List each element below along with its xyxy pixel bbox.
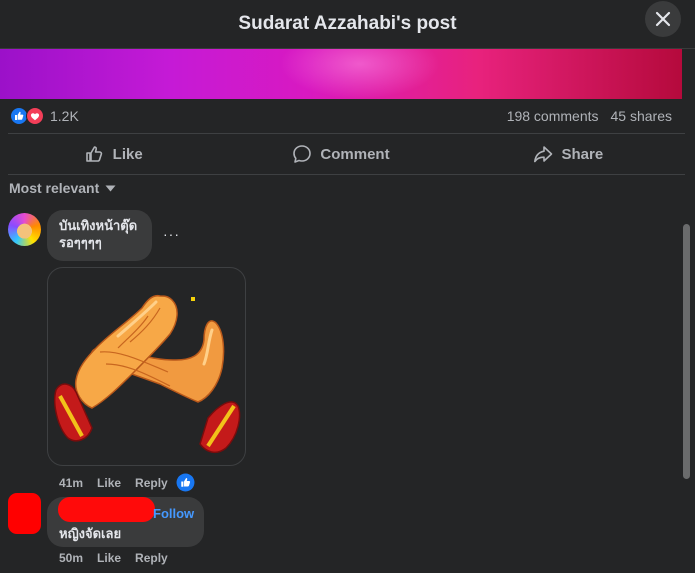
dialog-header: Sudarat Azzahabi's post	[0, 0, 695, 49]
post-image-banner[interactable]	[0, 49, 682, 99]
ellipsis-icon: ···	[163, 226, 180, 242]
comment-reply-button[interactable]: Reply	[135, 551, 168, 565]
comments-count-link[interactable]: 198 comments	[507, 108, 599, 124]
avatar[interactable]	[8, 493, 41, 534]
like-button[interactable]: Like	[0, 144, 227, 164]
redacted-name	[58, 497, 155, 522]
close-button[interactable]	[645, 1, 681, 37]
clapping-hands-icon	[54, 294, 241, 454]
reaction-icons[interactable]: 1.2K	[10, 107, 79, 125]
comment-timestamp[interactable]: 41m	[59, 476, 83, 492]
like-reaction-icon[interactable]	[176, 473, 195, 492]
comment-reply-button[interactable]: Reply	[135, 476, 168, 492]
reaction-count: 1.2K	[50, 108, 79, 124]
share-icon	[534, 146, 553, 163]
avatar[interactable]	[8, 213, 41, 246]
scrollbar[interactable]	[683, 224, 690, 479]
post-dialog: Sudarat Azzahabi's post 1.2K 198 comment…	[0, 0, 695, 573]
caret-down-icon	[105, 185, 116, 191]
thumbs-up-icon	[85, 146, 102, 162]
share-button[interactable]: Share	[455, 144, 682, 164]
more-options-button[interactable]: ···	[163, 226, 180, 242]
sort-dropdown[interactable]: Most relevant	[9, 180, 116, 196]
clapping-hands-sticker[interactable]	[47, 267, 246, 466]
comment-icon	[293, 145, 312, 163]
sort-label: Most relevant	[9, 180, 100, 196]
post-stats: 1.2K 198 comments 45 shares	[0, 99, 682, 133]
comment-button[interactable]: Comment	[227, 144, 454, 164]
comment-text: บันเทิงหน้าตุ๊ด รอๆๆๆๆ	[59, 218, 138, 250]
share-label: Share	[561, 145, 604, 163]
divider	[8, 133, 685, 134]
comment-like-button[interactable]: Like	[97, 476, 121, 492]
comment-like-button[interactable]: Like	[97, 551, 121, 565]
close-icon	[655, 11, 671, 27]
comment-label: Comment	[320, 145, 390, 163]
comment-bubble: บันเทิงหน้าตุ๊ด รอๆๆๆๆ	[47, 210, 152, 261]
like-label: Like	[112, 145, 143, 163]
dialog-title: Sudarat Azzahabi's post	[238, 13, 457, 34]
comment-text: หญิงจัดเลย	[59, 526, 122, 541]
comment-meta: 50m Like Reply	[59, 551, 168, 565]
shares-count-link[interactable]: 45 shares	[611, 108, 672, 124]
post-action-bar: Like Comment Share	[0, 135, 682, 173]
love-reaction-icon	[26, 107, 44, 125]
comment-meta: 41m Like Reply	[59, 473, 195, 492]
follow-button[interactable]: Follow	[153, 506, 194, 521]
divider	[8, 174, 685, 175]
comment-timestamp[interactable]: 50m	[59, 551, 83, 565]
